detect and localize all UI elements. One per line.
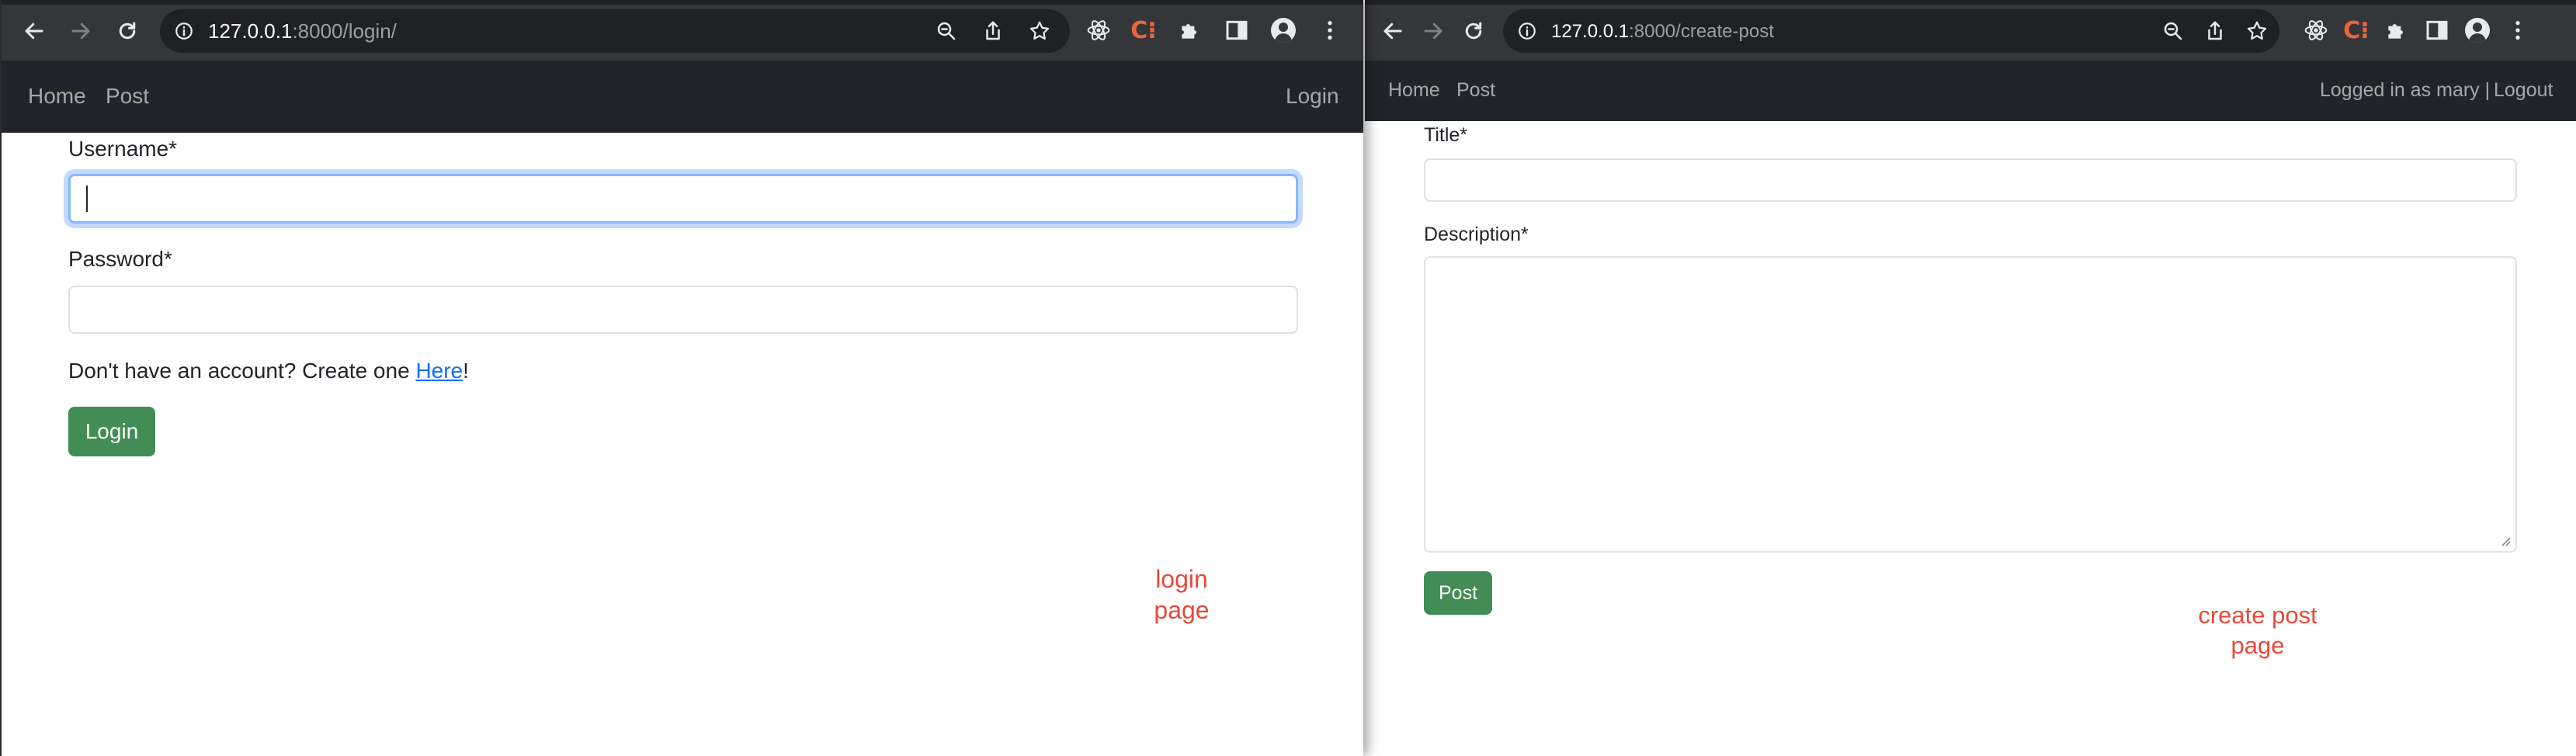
kebab-menu-icon (2515, 21, 2520, 40)
signup-prompt-suffix: ! (463, 359, 469, 383)
url-path: :8000/create-post (1629, 21, 1774, 42)
login-browser-window: 127.0.0.1:8000/login/ C⁝ Home Post Login… (0, 0, 1363, 756)
password-input[interactable] (68, 286, 1298, 334)
forward-button[interactable] (64, 14, 98, 48)
puzzle-icon (2388, 24, 2403, 39)
address-bar[interactable]: 127.0.0.1:8000/login/ (160, 9, 1070, 53)
annotation-line-1: login (1155, 565, 1208, 593)
react-devtools-button[interactable] (1085, 17, 1112, 43)
nav-logout-link[interactable]: Logout (2494, 79, 2553, 102)
profile-icon (2465, 18, 2490, 43)
c-extension-icon: C⁝ (2343, 16, 2369, 44)
annotation-line-2: page (1154, 596, 1210, 624)
zoom-icon[interactable] (935, 19, 958, 43)
text-caret (86, 186, 88, 212)
signup-here-link[interactable]: Here (415, 359, 463, 383)
reload-icon (119, 22, 136, 40)
share-icon[interactable] (2203, 19, 2227, 43)
back-button[interactable] (1376, 14, 1410, 48)
address-bar[interactable]: 127.0.0.1:8000/create-post (1503, 9, 2279, 53)
profile-button[interactable] (2464, 17, 2491, 43)
resize-grip-icon[interactable] (2500, 536, 2511, 546)
profile-button[interactable] (1270, 17, 1297, 43)
password-label: Password* (68, 247, 172, 271)
share-icon[interactable] (981, 19, 1005, 43)
react-icon (1087, 20, 1110, 40)
info-icon[interactable] (174, 21, 194, 41)
browser-menu-button[interactable] (2505, 17, 2531, 43)
nav-login-link[interactable]: Login (1286, 84, 1339, 109)
c-extension-button[interactable]: C⁝ (1130, 16, 1157, 44)
title-label: Title* (1424, 124, 1468, 146)
arrow-right-icon (71, 23, 90, 40)
nav-home-link[interactable]: Home (28, 84, 86, 109)
side-panel-icon (1226, 20, 1248, 40)
puzzle-icon (1182, 24, 1196, 39)
side-panel-button[interactable] (1224, 17, 1250, 43)
kebab-menu-icon (1328, 21, 1332, 40)
browser-toolbar: 127.0.0.1:8000/create-post C⁝ (1365, 0, 2576, 61)
signup-prompt: Don't have an account? Create one Here! (68, 359, 469, 383)
extensions-button[interactable] (1177, 17, 1203, 43)
reload-button[interactable] (110, 14, 144, 48)
star-icon[interactable] (2245, 19, 2269, 43)
reload-icon (1465, 22, 1482, 40)
url-path: :8000/login/ (292, 19, 397, 43)
site-navbar: Home Post Login (2, 61, 1363, 133)
nav-post-link[interactable]: Post (106, 84, 149, 109)
zoom-icon[interactable] (2161, 19, 2185, 43)
screen: 127.0.0.1:8000/login/ C⁝ Home Post Login… (0, 0, 2576, 756)
profile-icon (1271, 18, 1296, 43)
create-post-page-annotation: create post page (2172, 601, 2343, 661)
star-icon[interactable] (1028, 19, 1051, 43)
arrow-left-icon (1383, 23, 1402, 40)
c-extension-icon: C⁝ (1130, 16, 1157, 44)
reload-button[interactable] (1456, 14, 1491, 48)
back-button[interactable] (17, 14, 51, 48)
site-navbar: Home Post Logged in as mary | Logout (1365, 61, 2576, 121)
login-page-annotation: login page (1104, 564, 1259, 626)
side-panel-icon (2426, 20, 2448, 40)
url-host: 127.0.0.1 (208, 19, 293, 43)
nav-home-link[interactable]: Home (1388, 79, 1440, 102)
info-icon[interactable] (1517, 21, 1537, 41)
annotation-line-2: page (2231, 631, 2285, 659)
arrow-left-icon (25, 23, 43, 40)
side-panel-button[interactable] (2424, 17, 2450, 43)
react-devtools-button[interactable] (2303, 17, 2329, 43)
browser-menu-button[interactable] (1317, 17, 1343, 43)
arrow-right-icon (1424, 23, 1442, 40)
description-textarea[interactable] (1424, 256, 2517, 553)
signup-prompt-text: Don't have an account? Create one (68, 359, 416, 383)
extensions-button[interactable] (2383, 17, 2410, 43)
browser-toolbar: 127.0.0.1:8000/login/ C⁝ (2, 0, 1363, 61)
url-text[interactable]: 127.0.0.1:8000/create-post (1551, 21, 1774, 43)
title-input[interactable] (1424, 158, 2517, 202)
logged-in-status: Logged in as mary | (2320, 79, 2491, 101)
post-button[interactable]: Post (1424, 571, 1492, 615)
nav-post-link[interactable]: Post (1456, 79, 1495, 102)
description-label: Description* (1424, 224, 1529, 245)
create-post-browser-window: 127.0.0.1:8000/create-post C⁝ Home Post … (1365, 0, 2576, 756)
url-text[interactable]: 127.0.0.1:8000/login/ (208, 19, 397, 43)
forward-button[interactable] (1416, 14, 1450, 48)
username-input[interactable] (68, 174, 1298, 224)
annotation-line-1: create post (2198, 602, 2317, 629)
login-button[interactable]: Login (68, 407, 155, 456)
username-label: Username* (68, 137, 178, 161)
react-icon (2304, 20, 2328, 40)
c-extension-button[interactable]: C⁝ (2343, 16, 2369, 44)
url-host: 127.0.0.1 (1551, 21, 1630, 42)
